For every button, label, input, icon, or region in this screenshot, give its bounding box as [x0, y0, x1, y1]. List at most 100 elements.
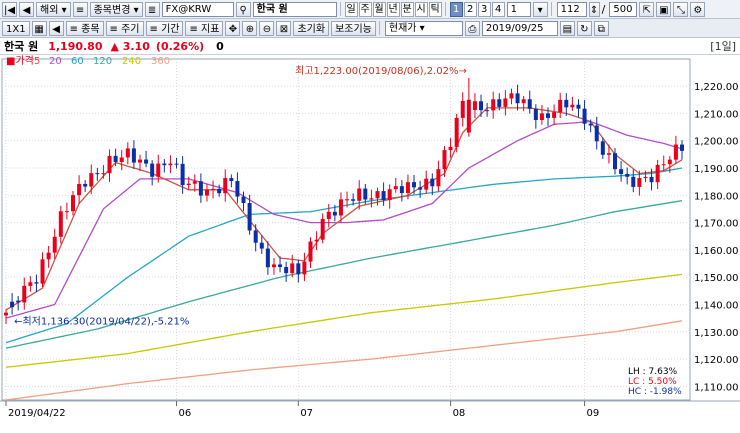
tab-period[interactable]: ≡ 주기: [105, 20, 144, 36]
export-icon[interactable]: ⇱: [639, 1, 655, 17]
tool-icon[interactable]: ⊠: [276, 20, 292, 36]
first-icon[interactable]: |◀: [2, 1, 17, 17]
period-week-button[interactable]: 주: [358, 1, 372, 17]
candle-body: [546, 113, 551, 118]
number-3-button[interactable]: 3: [477, 1, 491, 17]
x-tick-label: 06: [179, 408, 192, 419]
tab-range[interactable]: ≡ 기간: [145, 20, 184, 36]
left-arrow-icon[interactable]: ◀: [48, 20, 64, 36]
refresh-icon[interactable]: ↻: [576, 20, 592, 36]
candle-body: [527, 99, 532, 109]
info-price: 1,190.80: [48, 39, 103, 53]
candle-body: [345, 199, 350, 201]
aux-function-button[interactable]: 보조기능: [331, 20, 376, 36]
candle-body: [229, 178, 234, 182]
info-change-pct: (0.26%): [155, 39, 205, 53]
move-icon[interactable]: ✥: [225, 20, 241, 36]
period-hour-button[interactable]: 시: [414, 1, 428, 17]
count-value: 112: [560, 3, 580, 15]
code-input[interactable]: FX@KRW: [161, 1, 234, 17]
candle-body: [643, 176, 648, 179]
number-2-button[interactable]: 2: [463, 1, 477, 17]
period-year-button[interactable]: 년: [386, 1, 400, 17]
item-name-field: 한국 원: [252, 1, 337, 17]
prev-icon[interactable]: ◀: [19, 1, 34, 17]
candle-body: [369, 198, 374, 200]
tab-label: 지표: [201, 23, 220, 35]
x-tick-label: 07: [300, 408, 313, 419]
candle-body: [503, 98, 508, 107]
zoom-out-icon[interactable]: ⊖: [259, 20, 275, 36]
number-1-button[interactable]: 1: [449, 1, 463, 17]
layout-button[interactable]: 1X1: [2, 20, 30, 36]
period-label: 월: [374, 3, 384, 15]
expand-icon[interactable]: ⤡: [673, 1, 689, 17]
period-label: 시: [416, 3, 426, 15]
count-spin-icon[interactable]: ⇕: [588, 1, 600, 17]
candle-body: [4, 312, 8, 316]
candle-body: [320, 218, 325, 240]
number-label: 4: [494, 3, 502, 15]
legend-entry: ■가격: [6, 55, 34, 67]
candle-body: [125, 148, 130, 158]
candle-body: [454, 117, 459, 147]
candle-body: [655, 164, 660, 183]
number-4-button[interactable]: 4: [491, 1, 505, 17]
count-input[interactable]: 112: [556, 1, 587, 17]
candle-body: [436, 169, 441, 187]
legend-entry: 360: [151, 56, 170, 67]
list-icon[interactable]: ≣: [144, 1, 160, 17]
tab-item[interactable]: ≡ 종목: [65, 20, 104, 36]
candle-body: [399, 186, 404, 194]
settings-icon[interactable]: ⚙: [690, 1, 706, 17]
reset-button[interactable]: 초기화: [293, 20, 330, 36]
max-count-input[interactable]: 500: [609, 1, 638, 17]
candle-body: [533, 108, 538, 121]
calendar-icon[interactable]: ▤: [559, 20, 575, 36]
item-change-button[interactable]: 종목변경 ▾: [89, 1, 143, 17]
candle-body: [284, 266, 289, 274]
search-icon[interactable]: ⚲: [235, 1, 251, 17]
print-icon[interactable]: ⎙: [464, 20, 480, 36]
aux-function-label: 보조기능: [335, 23, 372, 35]
date-input[interactable]: 2019/09/25: [481, 20, 558, 36]
zoom-in-icon[interactable]: ⊕: [242, 20, 258, 36]
candle-body: [515, 93, 520, 104]
copy-icon[interactable]: ⧉: [593, 20, 609, 36]
candle-body: [466, 99, 471, 133]
candle-body: [326, 211, 331, 219]
legend-entry: 60: [71, 56, 84, 67]
period-tick-button[interactable]: 틱: [428, 1, 442, 17]
chart-area[interactable]: 1,110.00 1,120.00 1,130.00 1,140.00 1,150.00…: [0, 54, 740, 430]
layout-label: 1X1: [6, 23, 26, 35]
grid-icon[interactable]: ▦: [31, 20, 47, 36]
candle-body: [290, 263, 295, 274]
number-dropdown-icon[interactable]: ▾: [532, 1, 548, 17]
price-chart[interactable]: 1,110.00 1,120.00 1,130.00 1,140.00 1,150.00…: [0, 54, 740, 430]
candle-body: [509, 93, 514, 99]
number-input-value: 1: [510, 3, 517, 15]
market-select[interactable]: 해외 ▾: [36, 1, 71, 17]
high-annotation: 최고1,223.00(2019/08/06),2.02%→: [295, 65, 467, 77]
hamburger-icon[interactable]: ≡: [72, 1, 88, 17]
candle-body: [412, 182, 417, 188]
stat-label: LH : 7.63%: [628, 367, 678, 377]
fullscreen-icon[interactable]: ▣: [656, 1, 672, 17]
y-tick-label: 1,110.00: [694, 382, 739, 393]
price-type-select[interactable]: 현재가 ▾: [384, 20, 463, 36]
y-tick-label: 1,210.00: [694, 109, 739, 120]
candle-body: [168, 163, 173, 166]
candle-body: [223, 178, 228, 194]
candle-body: [156, 163, 161, 177]
candle-body: [460, 100, 465, 118]
stat-label: LC : 5.50%: [628, 377, 677, 387]
number-input[interactable]: 1: [506, 1, 531, 17]
candle-body: [107, 155, 112, 174]
tab-indicator[interactable]: ≡ 지표: [185, 20, 224, 36]
candle-body: [137, 159, 142, 163]
period-minute-button[interactable]: 분: [400, 1, 414, 17]
period-label: 주: [360, 3, 370, 15]
period-day-button[interactable]: 일: [344, 1, 358, 17]
candle-body: [204, 189, 209, 196]
period-month-button[interactable]: 월: [372, 1, 386, 17]
